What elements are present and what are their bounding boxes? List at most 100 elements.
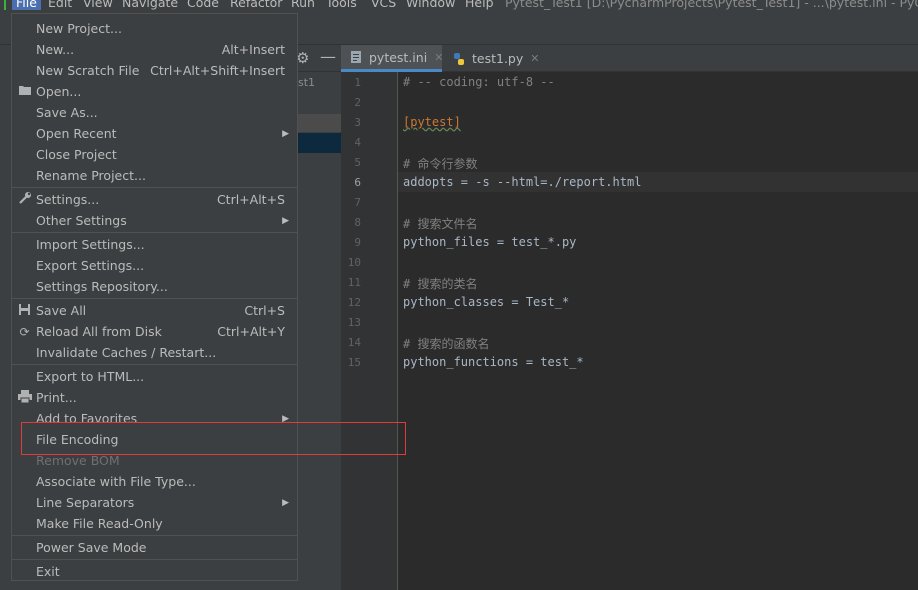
submenu-arrow-icon: ▶	[282, 215, 289, 226]
menu-separator	[12, 559, 297, 560]
menu-item-label: Make File Read-Only	[36, 516, 163, 531]
menu-refactor[interactable]: Refactor	[230, 0, 282, 10]
hide-panel-icon[interactable]: —	[320, 47, 336, 66]
menu-item-label: Print...	[36, 390, 77, 405]
menu-item-import-settings[interactable]: Import Settings...	[12, 234, 297, 255]
menu-vcs[interactable]: VCS	[371, 0, 396, 10]
code-line[interactable]: python_classes = Test_*	[403, 295, 569, 309]
code-line[interactable]: # 命令行参数	[403, 155, 477, 172]
file-menu: New Project... New... Alt+Insert New Scr…	[11, 13, 298, 581]
line-number: 3	[354, 116, 361, 129]
menu-window[interactable]: Window	[406, 0, 455, 10]
menu-item-label: Exit	[36, 564, 60, 579]
submenu-arrow-icon: ▶	[282, 128, 289, 139]
menu-item-new-project[interactable]: New Project...	[12, 18, 297, 39]
line-number: 12	[347, 296, 361, 309]
tree-row-selected[interactable]	[298, 133, 341, 153]
line-number: 9	[354, 236, 361, 249]
code-editor[interactable]: # -- coding: utf-8 -- [pytest] # 命令行参数 a…	[398, 72, 918, 590]
code-line[interactable]: python_files = test_*.py	[403, 235, 576, 249]
menu-code[interactable]: Code	[187, 0, 219, 10]
menu-item-export-settings[interactable]: Export Settings...	[12, 255, 297, 276]
menu-item-label: Remove BOM	[36, 453, 120, 468]
menu-item-label: Save All	[36, 303, 87, 318]
menu-item-label: Import Settings...	[36, 237, 145, 252]
menu-item-shortcut: Ctrl+Alt+Shift+Insert	[150, 63, 285, 78]
tool-window-strip	[0, 45, 11, 590]
menu-item-label: New Project...	[36, 21, 122, 36]
close-icon[interactable]: ✕	[434, 51, 443, 64]
menu-item-save-all[interactable]: Save All Ctrl+S	[12, 300, 297, 321]
menu-edit[interactable]: Edit	[48, 0, 72, 10]
project-tree-root[interactable]: st1	[298, 76, 315, 89]
line-number: 5	[354, 156, 361, 169]
line-number: 10	[347, 256, 361, 269]
menu-tools[interactable]: Tools	[326, 0, 357, 10]
line-number: 2	[354, 96, 361, 109]
code-line[interactable]: [pytest]	[403, 115, 461, 129]
menu-item-label: Line Separators	[36, 495, 135, 510]
code-line[interactable]: # 搜索文件名	[403, 215, 477, 232]
wrench-icon	[17, 191, 32, 208]
save-icon	[17, 303, 32, 319]
code-line[interactable]: # -- coding: utf-8 --	[403, 75, 555, 89]
code-line[interactable]: # 搜索的函数名	[403, 335, 489, 352]
menu-item-label: Other Settings	[36, 213, 127, 228]
menu-item-make-read-only[interactable]: Make File Read-Only	[12, 513, 297, 534]
python-file-icon	[452, 52, 466, 66]
menu-item-label: New...	[36, 42, 75, 57]
menu-separator	[12, 187, 297, 188]
menu-separator	[12, 535, 297, 536]
tab-pytest-ini[interactable]: pytest.ini ✕	[341, 45, 443, 72]
menu-item-other-settings[interactable]: Other Settings ▶	[12, 210, 297, 231]
menu-separator	[12, 364, 297, 365]
menu-item-label: Close Project	[36, 147, 117, 162]
menubar: File Edit View Navigate Code Refactor Ru…	[0, 0, 918, 12]
menu-item-settings[interactable]: Settings... Ctrl+Alt+S	[12, 189, 297, 210]
menu-item-open-recent[interactable]: Open Recent ▶	[12, 123, 297, 144]
menu-file[interactable]: File	[12, 0, 41, 10]
menu-item-save-as[interactable]: Save As...	[12, 102, 297, 123]
menu-item-reload-all[interactable]: ⟳ Reload All from Disk Ctrl+Alt+Y	[12, 321, 297, 342]
line-number: 7	[354, 196, 361, 209]
window-title: Pytest_Test1 [D:\PycharmProjects\Pytest_…	[505, 0, 918, 10]
menu-item-print[interactable]: Print...	[12, 387, 297, 408]
menu-item-associate-file-type[interactable]: Associate with File Type...	[12, 471, 297, 492]
ini-file-icon	[349, 50, 363, 64]
menu-item-label: Settings...	[36, 192, 100, 207]
code-line[interactable]: # 搜索的类名	[403, 275, 477, 292]
menu-separator	[12, 298, 297, 299]
line-number: 8	[354, 216, 361, 229]
menu-item-invalidate-caches[interactable]: Invalidate Caches / Restart...	[12, 342, 297, 363]
gear-icon[interactable]: ⚙	[296, 49, 309, 67]
menu-item-exit[interactable]: Exit	[12, 561, 297, 582]
menu-item-export-html[interactable]: Export to HTML...	[12, 366, 297, 387]
menu-item-shortcut: Ctrl+Alt+Y	[217, 324, 285, 339]
menu-help[interactable]: Help	[465, 0, 494, 10]
menu-run[interactable]: Run	[291, 0, 315, 10]
code-line-current[interactable]: addopts = -s --html=./report.html	[403, 175, 641, 189]
code-line[interactable]: python_functions = test_*	[403, 355, 584, 369]
tree-row[interactable]	[298, 114, 341, 132]
menu-item-label: Export Settings...	[36, 258, 145, 273]
tab-test1-py[interactable]: test1.py ✕	[444, 45, 540, 72]
menu-item-label: Associate with File Type...	[36, 474, 196, 489]
menu-item-open[interactable]: Open...	[12, 81, 297, 102]
editor-tabs: pytest.ini ✕ test1.py ✕	[341, 45, 918, 72]
menu-item-power-save-mode[interactable]: Power Save Mode	[12, 537, 297, 558]
menu-item-rename-project[interactable]: Rename Project...	[12, 165, 297, 186]
menu-item-new[interactable]: New... Alt+Insert	[12, 39, 297, 60]
line-number: 1	[354, 76, 361, 89]
line-number: 15	[347, 356, 361, 369]
close-icon[interactable]: ✕	[530, 52, 539, 65]
menu-item-label: New Scratch File	[36, 63, 140, 78]
menu-item-new-scratch-file[interactable]: New Scratch File Ctrl+Alt+Shift+Insert	[12, 60, 297, 81]
menu-item-label: Power Save Mode	[36, 540, 147, 555]
highlight-annotation-box	[21, 422, 406, 455]
menu-item-close-project[interactable]: Close Project	[12, 144, 297, 165]
menu-view[interactable]: View	[83, 0, 113, 10]
menu-navigate[interactable]: Navigate	[122, 0, 178, 10]
menu-item-line-separators[interactable]: Line Separators ▶	[12, 492, 297, 513]
menu-item-settings-repository[interactable]: Settings Repository...	[12, 276, 297, 297]
line-number: 14	[347, 336, 361, 349]
